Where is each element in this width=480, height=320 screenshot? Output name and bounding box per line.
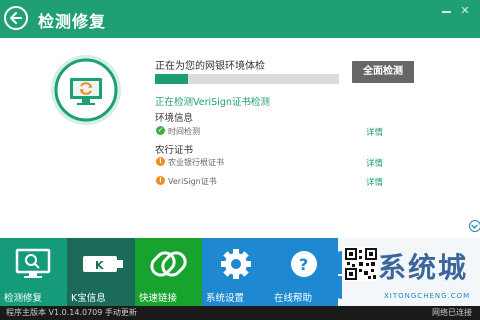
gear-icon	[221, 249, 251, 279]
warning-icon: !	[156, 157, 165, 166]
tab-check-repair[interactable]: 检测修复	[0, 238, 67, 306]
tab-label: 在线帮助	[274, 293, 313, 304]
qr-code-icon	[344, 247, 378, 281]
qr-code	[344, 247, 378, 281]
tab-label: 快速链接	[139, 293, 178, 304]
scan-status-text: 正在为您的网银环境体检	[155, 61, 265, 72]
watermark-title: 系统城	[378, 251, 469, 284]
tab-label: K宝信息	[71, 293, 106, 304]
arrow-left-icon	[10, 12, 22, 24]
help-icon: ?	[291, 251, 317, 277]
back-button[interactable]	[4, 6, 28, 30]
tab-quick-links[interactable]: 快速链接	[135, 238, 202, 306]
warning-icon: !	[156, 176, 165, 185]
current-check-text: 正在检测VeriSign证书检测	[155, 97, 270, 108]
full-scan-button[interactable]: 全面检测	[352, 61, 414, 83]
status-bar: 程序主版本 V1.0.14.0709 手动更新 网络已连接	[0, 306, 480, 320]
close-button[interactable]: ✕	[458, 5, 472, 16]
cert-row-label: 农业银行根证书	[168, 158, 224, 167]
tab-kbao-info[interactable]: K K宝信息	[67, 238, 135, 306]
scan-progress-bar	[155, 74, 339, 84]
tab-label: 系统设置	[206, 293, 245, 304]
watermark-url: XITONGCHENG.COM	[384, 292, 471, 300]
env-row-label: 时间检测	[168, 127, 200, 136]
title-bar: 检测修复 ✕	[0, 0, 480, 38]
scan-progress-fill	[155, 74, 189, 84]
link-icon	[150, 251, 187, 277]
tab-system-settings[interactable]: 系统设置	[202, 238, 270, 306]
monitor-search-icon	[15, 248, 51, 278]
svg-text:?: ?	[299, 255, 308, 274]
env-row-detail-link[interactable]: 详情	[366, 126, 383, 138]
env-section-title: 环境信息	[155, 113, 194, 124]
cert-section-title: 农行证书	[155, 145, 194, 156]
cert-row-label: VeriSign证书	[168, 177, 217, 186]
chevron-down-icon[interactable]	[469, 220, 480, 232]
k-key-icon: K	[83, 256, 123, 272]
monitor-illustration	[51, 55, 121, 125]
cert-row-detail-link[interactable]: 详情	[366, 157, 383, 169]
minimize-button[interactable]	[440, 6, 454, 16]
tab-online-help[interactable]: ? 在线帮助	[270, 238, 338, 306]
version-text: 程序主版本 V1.0.14.0709 手动更新	[6, 308, 137, 317]
cert-row-detail-link[interactable]: 详情	[366, 176, 383, 188]
network-status: 网络已连接	[432, 308, 472, 317]
tab-label: 检测修复	[4, 293, 43, 304]
monitor-refresh-icon	[54, 58, 118, 122]
check-ok-icon: ✓	[156, 126, 165, 135]
svg-text:K: K	[95, 259, 104, 272]
window-title: 检测修复	[38, 12, 107, 31]
